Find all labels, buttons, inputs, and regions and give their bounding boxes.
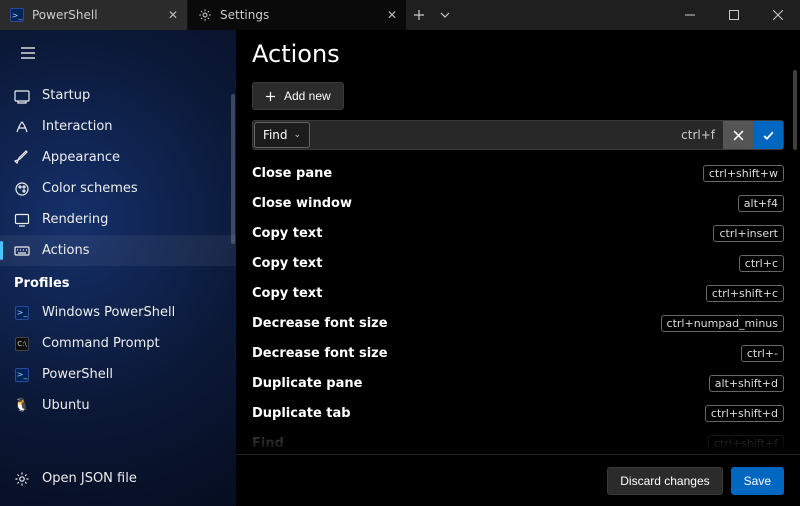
- shortcut-key: alt+f4: [738, 195, 784, 212]
- action-row[interactable]: Close windowalt+f4: [252, 188, 784, 218]
- action-row[interactable]: Duplicate tabctrl+shift+d: [252, 398, 784, 428]
- maximize-button[interactable]: [712, 0, 756, 30]
- profile-command-prompt[interactable]: C:\ Command Prompt: [0, 328, 236, 359]
- footer: Discard changes Save: [236, 454, 800, 506]
- sidebar-item-label: Interaction: [42, 119, 113, 134]
- minimize-button[interactable]: [668, 0, 712, 30]
- profile-ubuntu[interactable]: 🐧 Ubuntu: [0, 390, 236, 421]
- sidebar-scrollbar[interactable]: [231, 94, 235, 244]
- powershell-icon: >_: [14, 305, 30, 321]
- sidebar-item-label: Ubuntu: [42, 398, 90, 413]
- shortcut-key: ctrl+shift+w: [703, 165, 784, 182]
- action-row[interactable]: Findctrl+shift+f: [252, 428, 784, 454]
- gear-icon: [14, 471, 30, 487]
- close-icon: [733, 130, 744, 141]
- close-icon[interactable]: ✕: [384, 7, 400, 23]
- tab-settings[interactable]: Settings ✕: [188, 0, 406, 30]
- action-row[interactable]: Copy textctrl+c: [252, 248, 784, 278]
- shortcut-key: ctrl+shift+d: [705, 405, 784, 422]
- main-content: Actions Add new Find ⌄ ctrl+f: [236, 30, 800, 506]
- shortcut-key: alt+shift+d: [709, 375, 784, 392]
- main-scrollbar[interactable]: [793, 70, 797, 150]
- action-row[interactable]: Decrease font sizectrl+-: [252, 338, 784, 368]
- sidebar-item-rendering[interactable]: Rendering: [0, 204, 236, 235]
- new-tab-dropdown[interactable]: [432, 0, 458, 30]
- cancel-edit-button[interactable]: [723, 121, 753, 149]
- shortcut-key: ctrl+shift+c: [706, 285, 784, 302]
- powershell-icon: >_: [10, 8, 24, 22]
- open-json-file[interactable]: Open JSON file: [0, 463, 236, 494]
- save-button[interactable]: Save: [731, 467, 784, 495]
- gear-icon: [198, 8, 212, 22]
- chevron-down-icon: ⌄: [294, 130, 302, 140]
- check-icon: [762, 129, 775, 142]
- keyboard-icon: [14, 243, 30, 259]
- tab-label: PowerShell: [32, 8, 98, 22]
- sidebar-item-label: Startup: [42, 88, 90, 103]
- shortcut-key: ctrl+-: [741, 345, 784, 362]
- palette-icon: [14, 181, 30, 197]
- sidebar-item-label: Open JSON file: [42, 471, 137, 486]
- window-controls: [668, 0, 800, 30]
- shortcut-key: ctrl+shift+f: [708, 435, 784, 452]
- sidebar-item-appearance[interactable]: Appearance: [0, 142, 236, 173]
- new-tab-button[interactable]: [406, 0, 432, 30]
- action-row[interactable]: Decrease font sizectrl+numpad_minus: [252, 308, 784, 338]
- action-row[interactable]: Close panectrl+shift+w: [252, 158, 784, 188]
- brush-icon: [14, 150, 30, 166]
- action-row[interactable]: Copy textctrl+shift+c: [252, 278, 784, 308]
- linux-icon: 🐧: [14, 398, 30, 414]
- action-select[interactable]: Find ⌄: [254, 122, 310, 148]
- powershell-icon: >_: [14, 367, 30, 383]
- profile-powershell[interactable]: >_ PowerShell: [0, 359, 236, 390]
- action-row[interactable]: Duplicate panealt+shift+d: [252, 368, 784, 398]
- tab-label: Settings: [220, 8, 269, 22]
- sidebar-item-label: Rendering: [42, 212, 108, 227]
- shortcut-key: ctrl+insert: [713, 225, 784, 242]
- button-label: Add new: [284, 89, 331, 103]
- sidebar-item-label: Command Prompt: [42, 336, 160, 351]
- titlebar: >_ PowerShell ✕ Settings ✕: [0, 0, 800, 30]
- menu-button[interactable]: [8, 36, 48, 70]
- sidebar-item-label: Color schemes: [42, 181, 138, 196]
- interaction-icon: [14, 119, 30, 135]
- sidebar-item-label: Actions: [42, 243, 90, 258]
- discard-button[interactable]: Discard changes: [607, 467, 722, 495]
- sidebar-item-label: PowerShell: [42, 367, 113, 382]
- sidebar-item-label: Appearance: [42, 150, 120, 165]
- startup-icon: [14, 88, 30, 104]
- select-value: Find: [263, 128, 288, 142]
- sidebar-item-actions[interactable]: Actions: [0, 235, 236, 266]
- sidebar: Startup Interaction Appearance Color sch…: [0, 30, 236, 506]
- cmd-icon: C:\: [14, 336, 30, 352]
- tab-powershell[interactable]: >_ PowerShell ✕: [0, 0, 188, 30]
- sidebar-item-startup[interactable]: Startup: [0, 80, 236, 111]
- shortcut-key: ctrl+c: [739, 255, 784, 272]
- action-list: Close panectrl+shift+w Close windowalt+f…: [236, 156, 800, 454]
- sidebar-item-color-schemes[interactable]: Color schemes: [0, 173, 236, 204]
- shortcut-key: ctrl+numpad_minus: [661, 315, 784, 332]
- profile-windows-powershell[interactable]: >_ Windows PowerShell: [0, 297, 236, 328]
- close-window-button[interactable]: [756, 0, 800, 30]
- page-title: Actions: [236, 30, 800, 82]
- shortcut-input[interactable]: ctrl+f: [316, 121, 723, 149]
- close-icon[interactable]: ✕: [165, 7, 181, 23]
- plus-icon: [265, 91, 276, 102]
- profiles-heading: Profiles: [0, 266, 236, 297]
- add-new-button[interactable]: Add new: [252, 82, 344, 110]
- monitor-icon: [14, 212, 30, 228]
- sidebar-item-label: Windows PowerShell: [42, 305, 175, 320]
- sidebar-item-interaction[interactable]: Interaction: [0, 111, 236, 142]
- action-row[interactable]: Copy textctrl+insert: [252, 218, 784, 248]
- action-edit-row: Find ⌄ ctrl+f: [252, 120, 784, 150]
- confirm-edit-button[interactable]: [753, 121, 783, 149]
